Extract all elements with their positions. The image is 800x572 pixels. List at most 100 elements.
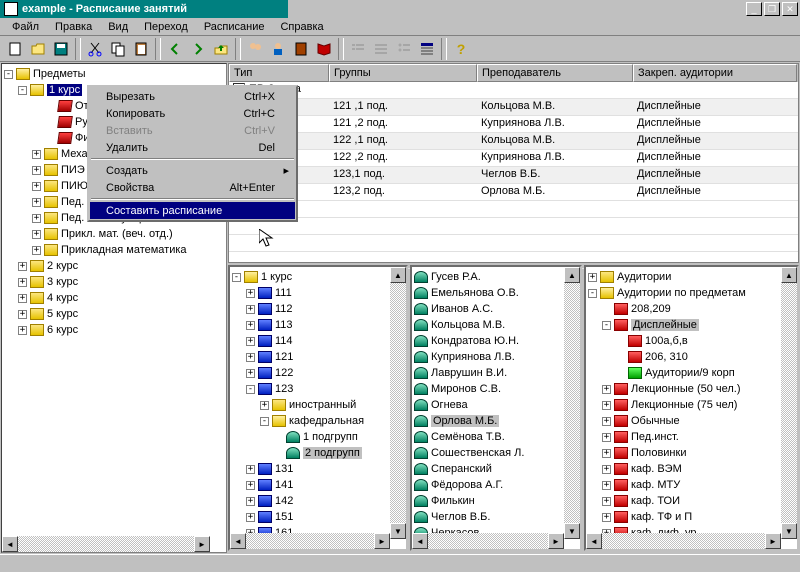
table-row[interactable]: 123,1 под.Чеглов В.Б.Дисплейные: [229, 167, 798, 184]
ctx-Копировать[interactable]: КопироватьCtrl+C: [90, 105, 295, 122]
table-row[interactable]: 122 ,2 под.Куприянова Л.В.Дисплейные: [229, 150, 798, 167]
list1-button[interactable]: [347, 38, 369, 60]
tree-item[interactable]: +141: [232, 477, 404, 493]
tree-item[interactable]: +112: [232, 301, 404, 317]
col-rooms[interactable]: Закреп. аудитории: [633, 64, 797, 82]
ctx-Вставить[interactable]: ВставитьCtrl+V: [90, 122, 295, 139]
close-button[interactable]: ✕: [782, 2, 798, 16]
list-item[interactable]: Гусев Р.А.: [414, 269, 578, 285]
ctx-Составить расписание[interactable]: Составить расписание: [90, 202, 295, 219]
tree-item[interactable]: Аудитории/9 корп: [588, 365, 795, 381]
tree-item[interactable]: -123: [232, 381, 404, 397]
tree-item[interactable]: +4 курс: [4, 290, 224, 306]
tree-item[interactable]: +142: [232, 493, 404, 509]
tree-item[interactable]: +Обычные: [588, 413, 795, 429]
list2-button[interactable]: [370, 38, 392, 60]
scrollbar-v[interactable]: ▲▼: [781, 267, 797, 533]
table-row[interactable]: 121 ,1 под.Кольцова М.В.Дисплейные: [229, 99, 798, 116]
tree-item[interactable]: 208,209: [588, 301, 795, 317]
tree-item[interactable]: +122: [232, 365, 404, 381]
tree-item[interactable]: 1 подгрупп: [232, 429, 404, 445]
people2-button[interactable]: [267, 38, 289, 60]
list3-button[interactable]: [393, 38, 415, 60]
menu-view[interactable]: Вид: [100, 19, 136, 35]
book-button[interactable]: [313, 38, 335, 60]
list-item[interactable]: Кольцова М.В.: [414, 317, 578, 333]
tree-item[interactable]: +Лекционные (75 чел): [588, 397, 795, 413]
forward-button[interactable]: [187, 38, 209, 60]
list-item[interactable]: Миронов С.В.: [414, 381, 578, 397]
table-row[interactable]: 122 ,1 под.Кольцова М.В.Дисплейные: [229, 133, 798, 150]
copy-button[interactable]: [107, 38, 129, 60]
tree-item[interactable]: +каф. ТОИ: [588, 493, 795, 509]
tree-item[interactable]: +5 курс: [4, 306, 224, 322]
tree-item[interactable]: +каф. ТФ и П: [588, 509, 795, 525]
tree-item[interactable]: +114: [232, 333, 404, 349]
table-row[interactable]: ПР, 3 часа: [229, 82, 798, 99]
list-item[interactable]: Семёнова Т.В.: [414, 429, 578, 445]
list-item[interactable]: Чеглов В.Б.: [414, 509, 578, 525]
tree-item[interactable]: +каф. МТУ: [588, 477, 795, 493]
people1-button[interactable]: [244, 38, 266, 60]
save-button[interactable]: [50, 38, 72, 60]
ctx-Удалить[interactable]: УдалитьDel: [90, 139, 295, 156]
tree-item[interactable]: +3 курс: [4, 274, 224, 290]
tree-item[interactable]: -1 курс: [232, 269, 404, 285]
tree-item[interactable]: +151: [232, 509, 404, 525]
col-groups[interactable]: Группы: [329, 64, 477, 82]
list-item[interactable]: Орлова М.Б.: [414, 413, 578, 429]
list-item[interactable]: Емельянова О.В.: [414, 285, 578, 301]
list-item[interactable]: Куприянова Л.В.: [414, 349, 578, 365]
menu-goto[interactable]: Переход: [136, 19, 196, 35]
tree-item[interactable]: -Дисплейные: [588, 317, 795, 333]
minimize-button[interactable]: _: [746, 2, 762, 16]
back-button[interactable]: [164, 38, 186, 60]
up-button[interactable]: [210, 38, 232, 60]
tree-item[interactable]: -кафедральная: [232, 413, 404, 429]
tree-item[interactable]: +Прикл. мат. (веч. отд.): [4, 226, 224, 242]
tree-item[interactable]: +6 курс: [4, 322, 224, 338]
ctx-Создать[interactable]: Создать▸: [90, 162, 295, 179]
list-item[interactable]: Кондратова Ю.Н.: [414, 333, 578, 349]
tree-item[interactable]: +Лекционные (50 чел.): [588, 381, 795, 397]
list-item[interactable]: Иванов А.С.: [414, 301, 578, 317]
tree-item[interactable]: 100а,б,в: [588, 333, 795, 349]
list-item[interactable]: Огнева: [414, 397, 578, 413]
scrollbar-h[interactable]: ◄►: [586, 533, 781, 549]
list-item[interactable]: Сошественская Л.: [414, 445, 578, 461]
list-item[interactable]: Филькин: [414, 493, 578, 509]
menu-help[interactable]: Справка: [272, 19, 331, 35]
menu-file[interactable]: Файл: [4, 19, 47, 35]
tree-item[interactable]: 206, 310: [588, 349, 795, 365]
tree-item[interactable]: +113: [232, 317, 404, 333]
ctx-Вырезать[interactable]: ВырезатьCtrl+X: [90, 88, 295, 105]
tree-item[interactable]: +иностранный: [232, 397, 404, 413]
tree-item[interactable]: +Пед.инст.: [588, 429, 795, 445]
details-button[interactable]: [416, 38, 438, 60]
menu-schedule[interactable]: Расписание: [196, 19, 273, 35]
tree-item[interactable]: +111: [232, 285, 404, 301]
scrollbar-v[interactable]: ▲▼: [564, 267, 580, 533]
table-row[interactable]: 121 ,2 под.Куприянова Л.В.Дисплейные: [229, 116, 798, 133]
menu-edit[interactable]: Правка: [47, 19, 100, 35]
scrollbar-h[interactable]: ◄►: [2, 536, 210, 552]
open-button[interactable]: [27, 38, 49, 60]
tree-item[interactable]: +2 курс: [4, 258, 224, 274]
cut-button[interactable]: [84, 38, 106, 60]
scrollbar-h[interactable]: ◄►: [230, 533, 390, 549]
table-row[interactable]: 123,2 под.Орлова М.Б.Дисплейные: [229, 184, 798, 201]
ctx-Свойства[interactable]: СвойстваAlt+Enter: [90, 179, 295, 196]
list-item[interactable]: Фёдорова А.Г.: [414, 477, 578, 493]
tree-root[interactable]: -Предметы: [4, 66, 224, 82]
paste-button[interactable]: [130, 38, 152, 60]
new-button[interactable]: [4, 38, 26, 60]
tree-item[interactable]: +121: [232, 349, 404, 365]
maximize-button[interactable]: ❐: [764, 2, 780, 16]
list-item[interactable]: Сперанский: [414, 461, 578, 477]
scrollbar-h[interactable]: ◄►: [412, 533, 564, 549]
tree-item[interactable]: 2 подгрупп: [232, 445, 404, 461]
scrollbar-v[interactable]: ▲▼: [390, 267, 406, 533]
report-button[interactable]: [290, 38, 312, 60]
tree-item[interactable]: +Половинки: [588, 445, 795, 461]
tree-item[interactable]: +Прикладная математика: [4, 242, 224, 258]
